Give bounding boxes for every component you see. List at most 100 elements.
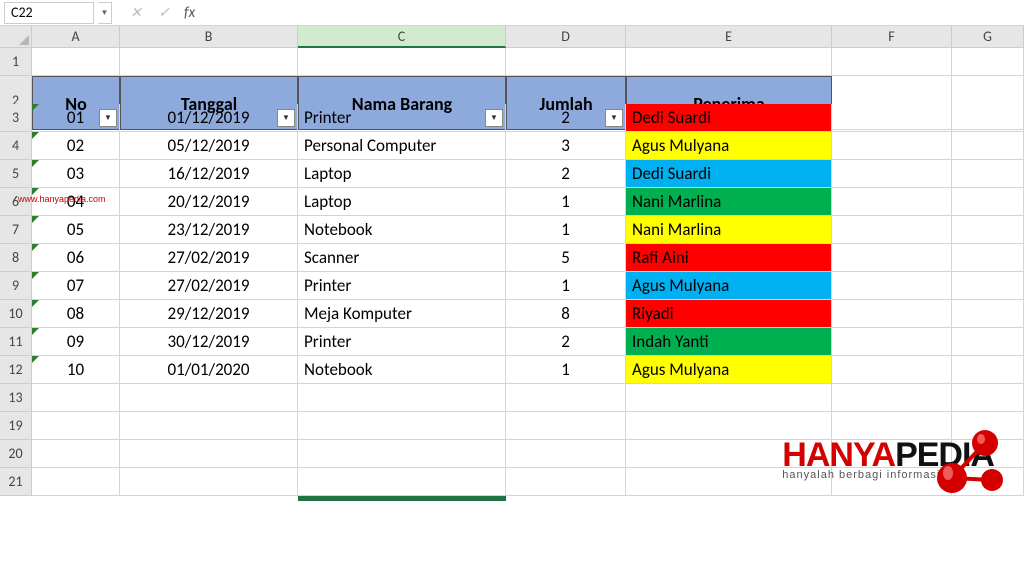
cell[interactable] xyxy=(952,328,1024,356)
cell[interactable] xyxy=(506,48,626,76)
cell-penerima[interactable]: Rafi Aini xyxy=(626,244,832,272)
row-header[interactable]: 8 xyxy=(0,244,32,272)
cell-jumlah[interactable]: 1 xyxy=(506,356,626,384)
cell[interactable] xyxy=(506,412,626,440)
cell-tanggal[interactable]: 23/12/2019 xyxy=(120,216,298,244)
cell[interactable] xyxy=(952,216,1024,244)
cell[interactable] xyxy=(506,384,626,412)
cell[interactable] xyxy=(952,160,1024,188)
cell-tanggal[interactable]: 20/12/2019 xyxy=(120,188,298,216)
cell[interactable] xyxy=(832,160,952,188)
cell[interactable] xyxy=(298,468,506,496)
cell-jumlah[interactable]: 2 xyxy=(506,104,626,132)
formula-input[interactable] xyxy=(203,2,1024,24)
cell-jumlah[interactable]: 3 xyxy=(506,132,626,160)
cell[interactable] xyxy=(952,244,1024,272)
row-header[interactable]: 5 xyxy=(0,160,32,188)
cell-penerima[interactable]: Nani Marlina xyxy=(626,188,832,216)
cell[interactable] xyxy=(298,384,506,412)
cell-no[interactable]: 09 xyxy=(32,328,120,356)
cell-penerima[interactable]: Dedi Suardi xyxy=(626,104,832,132)
cell-penerima[interactable]: Riyadi xyxy=(626,300,832,328)
row-header[interactable]: 10 xyxy=(0,300,32,328)
col-header-G[interactable]: G xyxy=(952,26,1024,48)
col-header-D[interactable]: D xyxy=(506,26,626,48)
cell[interactable] xyxy=(298,440,506,468)
cell-nama[interactable]: Laptop xyxy=(298,160,506,188)
cell[interactable] xyxy=(32,48,120,76)
cell-no[interactable]: 05 xyxy=(32,216,120,244)
row-header[interactable]: 19 xyxy=(0,412,32,440)
row-header[interactable]: 12 xyxy=(0,356,32,384)
cell[interactable] xyxy=(952,104,1024,132)
cell-penerima[interactable]: Nani Marlina xyxy=(626,216,832,244)
row-header[interactable]: 9 xyxy=(0,272,32,300)
cell-penerima[interactable]: Agus Mulyana xyxy=(626,356,832,384)
cell-no[interactable]: 06 xyxy=(32,244,120,272)
cell-tanggal[interactable]: 01/12/2019 xyxy=(120,104,298,132)
cell[interactable] xyxy=(832,356,952,384)
cell[interactable] xyxy=(506,440,626,468)
cell-penerima[interactable]: Agus Mulyana xyxy=(626,272,832,300)
cell-jumlah[interactable]: 2 xyxy=(506,328,626,356)
col-header-F[interactable]: F xyxy=(832,26,952,48)
cell[interactable] xyxy=(32,440,120,468)
cell-nama[interactable]: Printer xyxy=(298,328,506,356)
cell[interactable] xyxy=(952,384,1024,412)
cell-jumlah[interactable]: 2 xyxy=(506,160,626,188)
name-box[interactable]: C22 xyxy=(4,2,94,24)
cell[interactable] xyxy=(120,48,298,76)
cell[interactable] xyxy=(120,384,298,412)
cell-no[interactable]: 08 xyxy=(32,300,120,328)
fx-icon[interactable]: fx xyxy=(184,4,195,22)
cell-nama[interactable]: Printer xyxy=(298,104,506,132)
row-header[interactable]: 3 xyxy=(0,104,32,132)
cell[interactable] xyxy=(832,384,952,412)
cell[interactable] xyxy=(832,132,952,160)
row-header[interactable]: 13 xyxy=(0,384,32,412)
cell[interactable] xyxy=(32,384,120,412)
select-all-corner[interactable] xyxy=(0,26,32,48)
row-header[interactable]: 7 xyxy=(0,216,32,244)
col-header-A[interactable]: A xyxy=(32,26,120,48)
cell[interactable] xyxy=(832,328,952,356)
cell[interactable] xyxy=(120,468,298,496)
cell-tanggal[interactable]: 01/01/2020 xyxy=(120,356,298,384)
cell[interactable] xyxy=(506,468,626,496)
cell-nama[interactable]: Meja Komputer xyxy=(298,300,506,328)
cell-tanggal[interactable]: 27/02/2019 xyxy=(120,244,298,272)
cell-jumlah[interactable]: 8 xyxy=(506,300,626,328)
cell[interactable] xyxy=(32,468,120,496)
cell[interactable] xyxy=(120,412,298,440)
cell[interactable] xyxy=(832,244,952,272)
cell[interactable] xyxy=(952,48,1024,76)
cell-nama[interactable]: Laptop xyxy=(298,188,506,216)
col-header-E[interactable]: E xyxy=(626,26,832,48)
cell-no[interactable]: 01 xyxy=(32,104,120,132)
cell-no[interactable]: 07 xyxy=(32,272,120,300)
cell-penerima[interactable]: Indah Yanti xyxy=(626,328,832,356)
cell[interactable] xyxy=(298,48,506,76)
row-header[interactable]: 4 xyxy=(0,132,32,160)
cell-tanggal[interactable]: 16/12/2019 xyxy=(120,160,298,188)
cell[interactable] xyxy=(832,272,952,300)
row-header[interactable]: 21 xyxy=(0,468,32,496)
cell-jumlah[interactable]: 5 xyxy=(506,244,626,272)
name-box-dropdown-icon[interactable]: ▼ xyxy=(98,2,112,24)
cell-no[interactable]: 02 xyxy=(32,132,120,160)
cell-tanggal[interactable]: 29/12/2019 xyxy=(120,300,298,328)
cell-nama[interactable]: Notebook xyxy=(298,356,506,384)
cell-penerima[interactable]: Agus Mulyana xyxy=(626,132,832,160)
cell[interactable] xyxy=(832,188,952,216)
cell-nama[interactable]: Printer xyxy=(298,272,506,300)
cell[interactable] xyxy=(626,48,832,76)
cell[interactable] xyxy=(120,440,298,468)
cell-jumlah[interactable]: 1 xyxy=(506,188,626,216)
cell[interactable] xyxy=(32,412,120,440)
cell-penerima[interactable]: Dedi Suardi xyxy=(626,160,832,188)
cell-tanggal[interactable]: 05/12/2019 xyxy=(120,132,298,160)
cell-nama[interactable]: Scanner xyxy=(298,244,506,272)
cell-nama[interactable]: Personal Computer xyxy=(298,132,506,160)
cell[interactable] xyxy=(832,216,952,244)
cell-no[interactable]: 03 xyxy=(32,160,120,188)
